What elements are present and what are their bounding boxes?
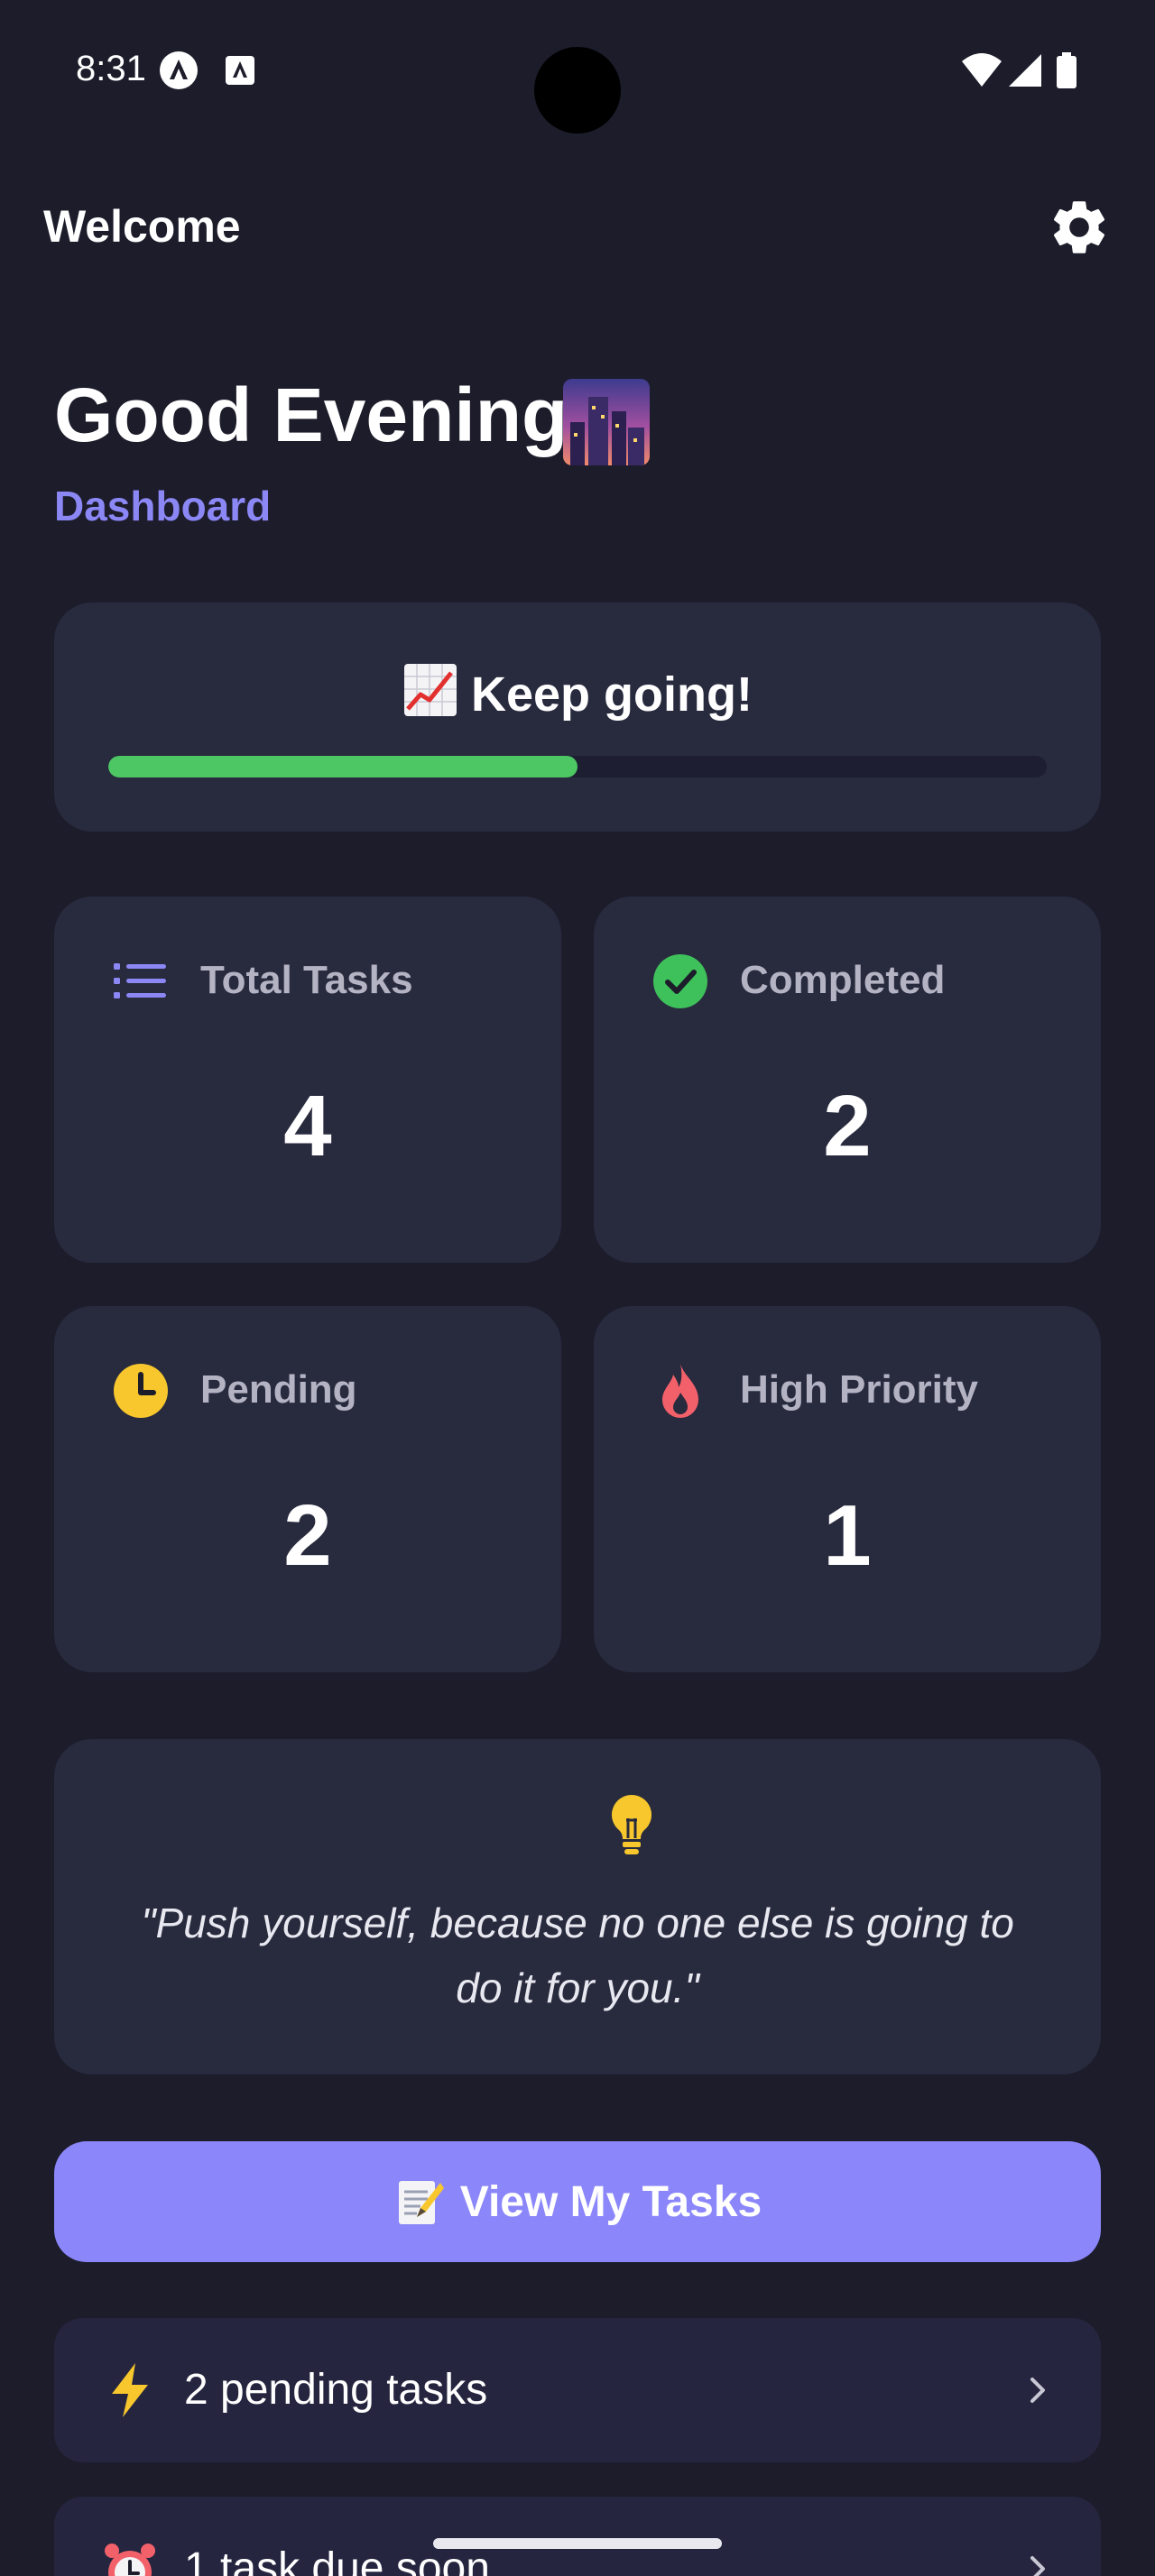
a-app-icon — [160, 51, 198, 89]
status-time: 8:31 — [76, 49, 146, 88]
chart-increasing-emoji — [404, 664, 457, 716]
alarm-clock-icon — [105, 2544, 155, 2576]
stat-value: 2 — [823, 1078, 872, 1174]
pending-tasks-row[interactable]: 2 pending tasks — [54, 2318, 1101, 2462]
memo-emoji — [398, 2181, 444, 2224]
city-dusk-emoji — [563, 379, 650, 465]
quote-card: "Push yourself, because no one else is g… — [54, 1739, 1101, 2075]
due-soon-row[interactable]: 1 task due soon — [54, 2497, 1101, 2576]
a-square-icon — [226, 56, 254, 85]
dashboard-subtitle: Dashboard — [54, 483, 272, 529]
stat-card-total-tasks[interactable]: Total Tasks 4 — [54, 897, 561, 1263]
progress-heading: Keep going! — [54, 662, 1101, 722]
fire-icon — [662, 1364, 698, 1418]
quote-text: "Push yourself, because no one else is g… — [141, 1900, 1014, 2011]
progress-label: Keep going! — [471, 667, 753, 722]
stat-card-high-priority[interactable]: High Priority 1 — [594, 1306, 1101, 1672]
stat-label: Total Tasks — [200, 958, 413, 1002]
view-my-tasks-label: View My Tasks — [459, 2177, 762, 2226]
stat-label: Completed — [740, 958, 946, 1002]
battery-icon — [1057, 52, 1076, 88]
header-title: Welcome — [43, 201, 241, 252]
greeting-title: Good Evening! — [54, 373, 594, 457]
stat-value: 4 — [283, 1078, 332, 1174]
progress-bar — [108, 756, 1047, 777]
stat-card-pending[interactable]: Pending 2 — [54, 1306, 561, 1672]
lightning-icon — [112, 2363, 148, 2417]
app-header: Welcome — [0, 180, 1155, 280]
stat-label: High Priority — [740, 1367, 979, 1412]
app-screen: 8:31 Welcome Good Evening! Dashboard Kee… — [0, 0, 1155, 2576]
stat-label: Pending — [200, 1367, 357, 1412]
stat-card-completed[interactable]: Completed 2 — [594, 897, 1101, 1263]
chevron-right-icon — [1030, 2378, 1045, 2403]
check-circle-icon — [653, 954, 707, 1008]
home-indicator[interactable] — [433, 2538, 722, 2549]
front-camera — [534, 47, 621, 133]
chevron-right-icon — [1030, 2556, 1045, 2576]
wifi-icon — [962, 53, 1002, 87]
clock-icon — [114, 1364, 168, 1418]
stat-value: 2 — [283, 1487, 332, 1584]
signal-icon — [1009, 54, 1041, 87]
list-icon — [114, 963, 166, 998]
progress-bar-fill — [108, 756, 578, 777]
view-my-tasks-button[interactable]: View My Tasks — [54, 2141, 1101, 2262]
info-row-label: 2 pending tasks — [184, 2366, 488, 2414]
stat-value: 1 — [823, 1487, 872, 1584]
status-bar: 8:31 — [0, 0, 1155, 135]
gear-icon[interactable] — [1047, 195, 1112, 260]
lightbulb-icon — [611, 1795, 652, 1854]
progress-card: Keep going! — [54, 603, 1101, 832]
